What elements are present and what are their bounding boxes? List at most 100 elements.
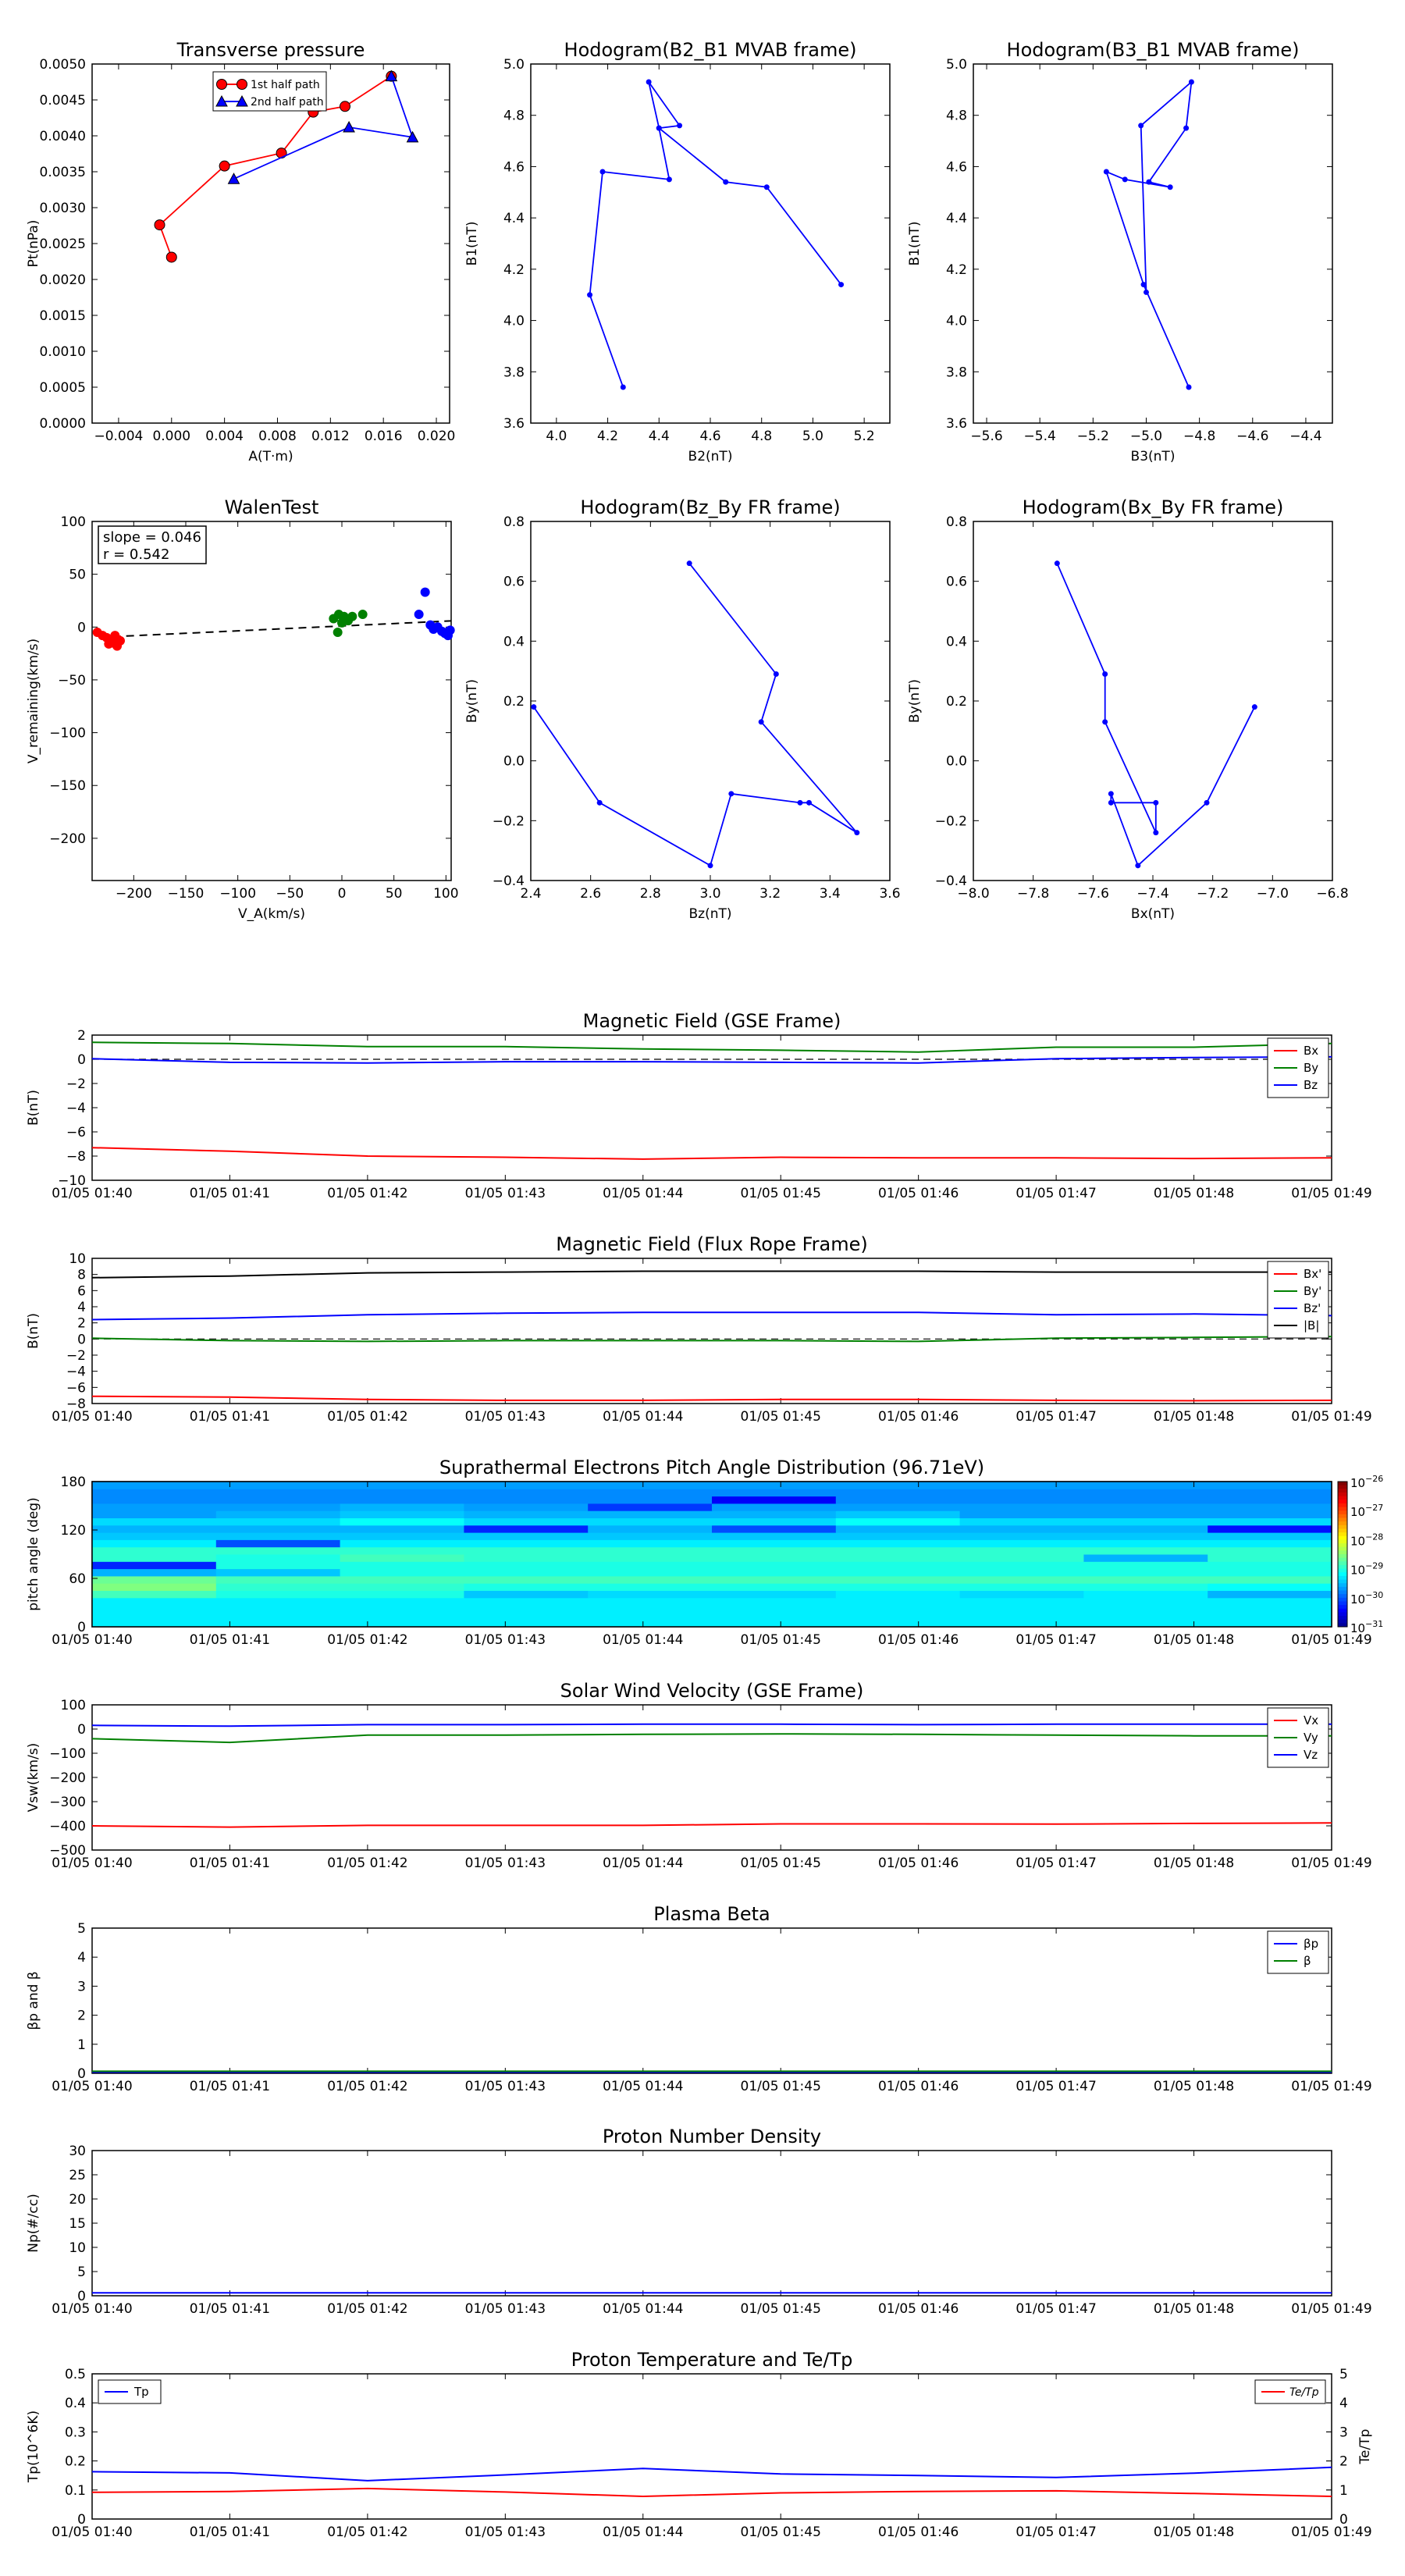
walen-test-panel: WalenTest −200 −150 −100 −50 0 50 100 −200 −150 −1… xyxy=(26,496,459,922)
heatmap-cell xyxy=(1083,1605,1208,1613)
solar-wind-velocity-axes-frame xyxy=(91,1704,1332,1851)
plasma-beta-ytick-label: 1 xyxy=(77,2037,86,2053)
proton-temperature-ytick-label-right: 2 xyxy=(1339,2454,1348,2470)
heatmap-cell xyxy=(835,1575,961,1584)
solar-wind-velocity-series-Vx xyxy=(91,1822,1332,1828)
hodogram-bz-by-axes-frame xyxy=(530,521,891,881)
colorbar-tick-label: 10−30 xyxy=(1350,1590,1383,1606)
magnetic-field-gse-ytick-label: 2 xyxy=(77,1028,86,1044)
magnetic-field-gse-time-tick-label: 01/05 01:40 xyxy=(52,1186,132,1201)
magnetic-field-flux-rope-series-|B| xyxy=(91,1270,1332,1279)
heatmap-cell xyxy=(712,1554,837,1562)
proton-number-density-time-tick-label: 01/05 01:48 xyxy=(1154,2301,1234,2317)
proton-number-density-ytick-label: 10 xyxy=(69,2240,86,2256)
heatmap-cell xyxy=(588,1546,713,1555)
heatmap-cell xyxy=(340,1554,464,1562)
heatmap-cell xyxy=(215,1597,341,1606)
heatmap-ytick-label: 120 xyxy=(61,1523,86,1539)
hodogram-bx-by-title: Hodogram(Bx_By FR frame) xyxy=(1023,496,1284,518)
legend: Vx Vy Vz xyxy=(1267,1707,1329,1768)
magnetic-field-gse-ytick-label: −8 xyxy=(66,1149,86,1165)
hodogram-b3-b1-series-line xyxy=(1104,80,1193,388)
heatmap-cell xyxy=(835,1561,961,1570)
heatmap-cell xyxy=(959,1532,1084,1540)
heatmap-cell xyxy=(215,1517,341,1526)
legend-marker xyxy=(237,79,247,90)
hodogram-bx-by-xtick-label: −7.6 xyxy=(1077,886,1109,902)
magnetic-field-gse-series-By xyxy=(91,1041,1332,1053)
pitch-angle-distribution-time-tick-label: 01/05 01:46 xyxy=(878,1632,959,1648)
hodogram-b2-b1-ylabel: B1(nT) xyxy=(464,222,480,266)
heatmap-cell xyxy=(835,1496,961,1504)
colorbar-segment xyxy=(1338,1550,1347,1555)
heatmap-cell xyxy=(215,1619,341,1628)
heatmap-cell xyxy=(92,1510,217,1518)
solar-wind-velocity-series-Vy xyxy=(91,1733,1332,1744)
heatmap-cell xyxy=(215,1489,341,1497)
heatmap-cell xyxy=(1083,1561,1208,1570)
heatmap-cell xyxy=(712,1619,837,1628)
colorbar-segment xyxy=(1338,1543,1347,1548)
proton-number-density-ytick-label: 5 xyxy=(77,2265,86,2280)
heatmap-cell xyxy=(464,1583,589,1591)
proton-temperature-time-tick-label: 01/05 01:45 xyxy=(741,2524,821,2540)
heatmap-cell xyxy=(92,1590,217,1599)
legend-entry: β xyxy=(1304,1954,1311,1968)
heatmap-cell xyxy=(215,1583,341,1591)
heatmap-cell xyxy=(959,1517,1084,1526)
proton-number-density-ytick-label: 25 xyxy=(69,2168,86,2183)
hodogram-bz-by-point xyxy=(686,560,692,567)
heatmap-cell xyxy=(588,1619,713,1628)
heatmap-cell xyxy=(340,1590,464,1599)
hodogram-b3-b1-ytick-label: 4.6 xyxy=(946,159,967,175)
heatmap-cell xyxy=(959,1539,1084,1548)
legend-entry: Tp xyxy=(133,2385,149,2399)
hodogram-b2-b1-ytick-label: 4.4 xyxy=(503,211,525,226)
hodogram-b3-b1-point xyxy=(1122,176,1128,183)
hodogram-b3-b1-xlabel: B3(nT) xyxy=(1131,449,1176,464)
magnetic-field-flux-rope-ytick-label: −2 xyxy=(66,1348,86,1364)
legend-entry: By' xyxy=(1304,1284,1321,1298)
hodogram-b3-b1-ytick-label: 4.8 xyxy=(946,109,967,124)
heatmap-cell xyxy=(959,1590,1084,1599)
hodogram-bx-by-ytick-label: 0.2 xyxy=(946,694,967,710)
colorbar-segment xyxy=(1338,1514,1347,1518)
heatmap-cell xyxy=(92,1503,217,1511)
walen-test-point xyxy=(347,611,357,621)
heatmap-cell xyxy=(1083,1590,1208,1599)
hodogram-b2-b1-axes-frame xyxy=(530,63,891,424)
magnetic-field-gse-ylabel: B(nT) xyxy=(26,1090,41,1126)
heatmap-cell xyxy=(835,1503,961,1511)
heatmap-cell xyxy=(215,1482,341,1489)
hodogram-b3-b1-ytick-label: 3.8 xyxy=(946,365,967,380)
hodogram-b2-b1-point xyxy=(723,179,729,185)
hodogram-b2-b1-point xyxy=(677,123,683,129)
hodogram-b3-b1-ytick-label: 4.4 xyxy=(946,211,967,226)
magnetic-field-flux-rope-ytick-label: −6 xyxy=(66,1380,86,1396)
solar-wind-velocity-time-tick-label: 01/05 01:40 xyxy=(52,1856,132,1871)
hodogram-bx-by-xtick-label: −8.0 xyxy=(957,886,989,902)
heatmap-cell xyxy=(1208,1496,1332,1504)
magnetic-field-gse-panel: Magnetic Field (GSE Frame)−10−8−6−4−2020… xyxy=(26,1010,1372,1201)
walen-test-xtick-label: −100 xyxy=(219,886,256,902)
heatmap-cell xyxy=(1083,1612,1208,1621)
heatmap-cell xyxy=(1208,1503,1332,1511)
heatmap-cell xyxy=(1083,1619,1208,1628)
heatmap-cell xyxy=(588,1605,713,1613)
magnetic-field-flux-rope-ytick-label: 2 xyxy=(77,1316,86,1332)
magnetic-field-gse-series-Bz xyxy=(91,1055,1332,1064)
heatmap-cell xyxy=(215,1561,341,1570)
solar-wind-velocity-series-Vz xyxy=(91,1723,1332,1727)
heatmap-cell xyxy=(1208,1619,1332,1628)
heatmap-cell xyxy=(712,1605,837,1613)
heatmap-cell xyxy=(835,1605,961,1613)
hodogram-bz-by-point xyxy=(707,863,713,869)
hodogram-b3-b1-xtick-label: −4.4 xyxy=(1289,429,1321,444)
transverse-pressure-xtick-label: 0.016 xyxy=(365,429,403,444)
heatmap-cell xyxy=(1083,1482,1208,1489)
heatmap-cell xyxy=(1208,1532,1332,1540)
solar-wind-velocity-time-tick-label: 01/05 01:45 xyxy=(741,1856,821,1871)
colorbar-segment xyxy=(1338,1525,1347,1529)
colorbar-segment xyxy=(1338,1485,1347,1489)
proton-temperature-ytick-label: 0.1 xyxy=(65,2483,86,2499)
